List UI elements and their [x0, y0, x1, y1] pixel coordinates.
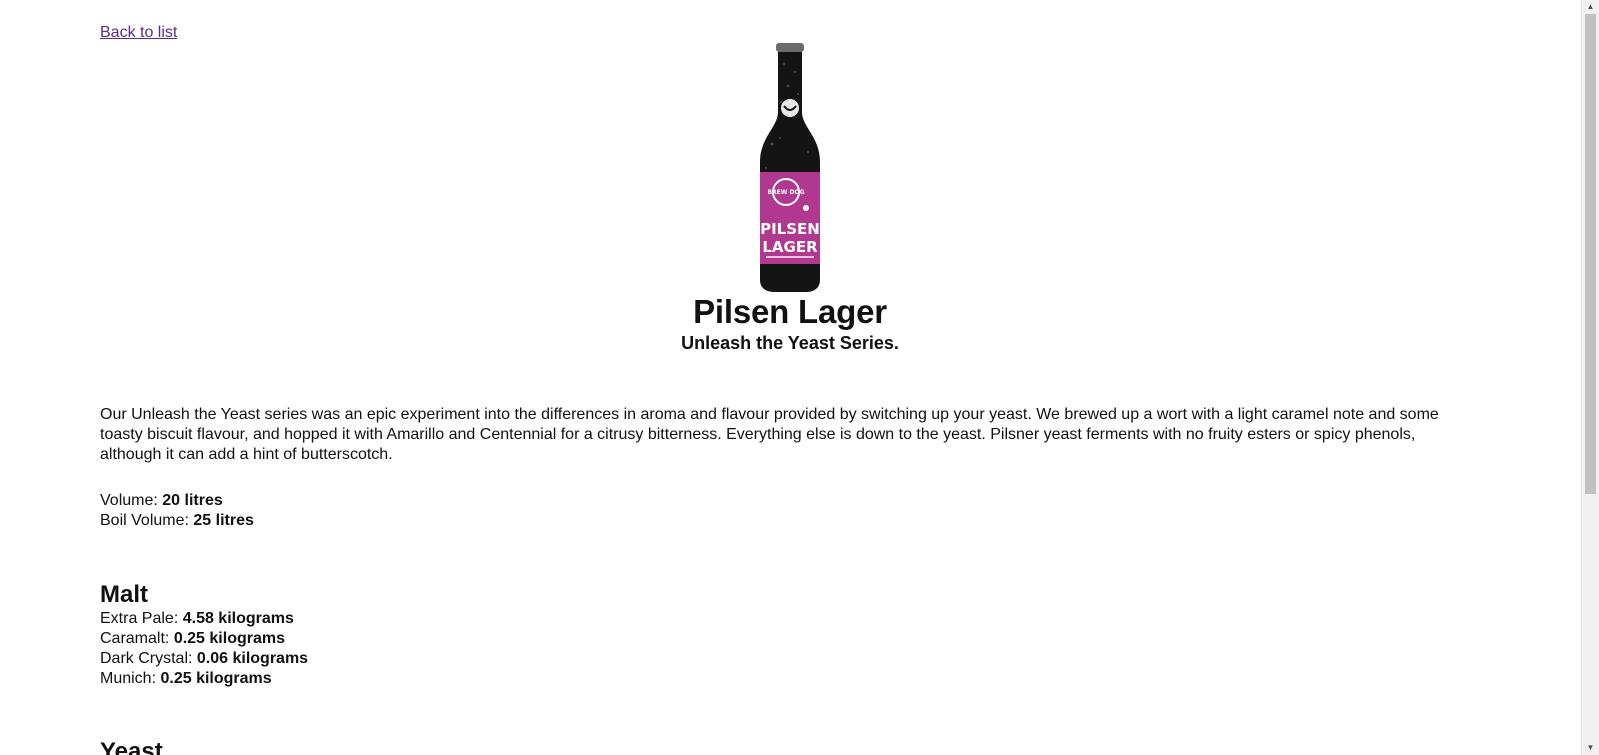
malt-name: Extra Pale: — [100, 610, 179, 627]
beer-name: Pilsen Lager — [693, 293, 887, 330]
bottle-cap — [776, 43, 804, 52]
malt-amount: 4.58 kilograms — [182, 610, 294, 627]
volume-label: Volume: — [100, 492, 158, 509]
scroll-up-icon[interactable]: ▲ — [1582, 0, 1599, 14]
label-fine-print — [766, 256, 814, 258]
malt-item: Munich: 0.25 kilograms — [100, 669, 308, 689]
scroll-thumb[interactable] — [1585, 14, 1596, 494]
page: Back to list BREW DOG PILSEN LAGER Pilse… — [0, 0, 1599, 755]
yeast-heading: Yeast — [100, 738, 163, 755]
beer-hero: BREW DOG PILSEN LAGER Pilsen Lager Unlea… — [100, 42, 1480, 354]
beer-description: Our Unleash the Yeast series was an epic… — [100, 406, 1439, 463]
malt-amount: 0.25 kilograms — [173, 630, 285, 647]
label-line-1: PILSEN — [760, 220, 820, 238]
malt-item: Caramalt: 0.25 kilograms — [100, 629, 308, 649]
scroll-down-icon[interactable]: ▼ — [1582, 741, 1599, 755]
beer-tagline: Unleash the Yeast Series. — [681, 333, 899, 353]
malt-section: Malt Extra Pale: 4.58 kilograms Caramalt… — [100, 581, 308, 689]
vertical-scrollbar[interactable]: ▲ ▼ — [1581, 0, 1599, 755]
malt-item: Extra Pale: 4.58 kilograms — [100, 609, 308, 629]
boil-volume-row: Boil Volume: 25 litres — [100, 511, 254, 531]
malt-heading: Malt — [100, 581, 148, 608]
volume-value: 20 litres — [162, 492, 223, 509]
label-line-2: LAGER — [762, 238, 818, 256]
label-dot-icon — [803, 205, 809, 211]
malt-name: Munich: — [100, 670, 157, 687]
malt-amount: 0.06 kilograms — [196, 650, 309, 667]
boil-volume-label: Boil Volume: — [100, 512, 189, 529]
malt-amount: 0.25 kilograms — [160, 670, 272, 687]
malt-name: Caramalt: — [100, 630, 170, 647]
yeast-section: Yeast — [100, 738, 163, 755]
beer-bottle-image: BREW DOG PILSEN LAGER — [750, 42, 830, 294]
volume-info: Volume: 20 litres Boil Volume: 25 litres — [100, 491, 254, 531]
neck-logo-icon — [781, 99, 799, 117]
label-brand-text: BREW DOG — [767, 189, 804, 196]
back-to-list-link[interactable]: Back to list — [100, 24, 177, 42]
bottle-illustration: BREW DOG PILSEN LAGER — [760, 43, 820, 292]
volume-row: Volume: 20 litres — [100, 491, 254, 511]
malt-name: Dark Crystal: — [100, 650, 193, 667]
malt-item: Dark Crystal: 0.06 kilograms — [100, 649, 308, 669]
boil-volume-value: 25 litres — [193, 512, 254, 529]
